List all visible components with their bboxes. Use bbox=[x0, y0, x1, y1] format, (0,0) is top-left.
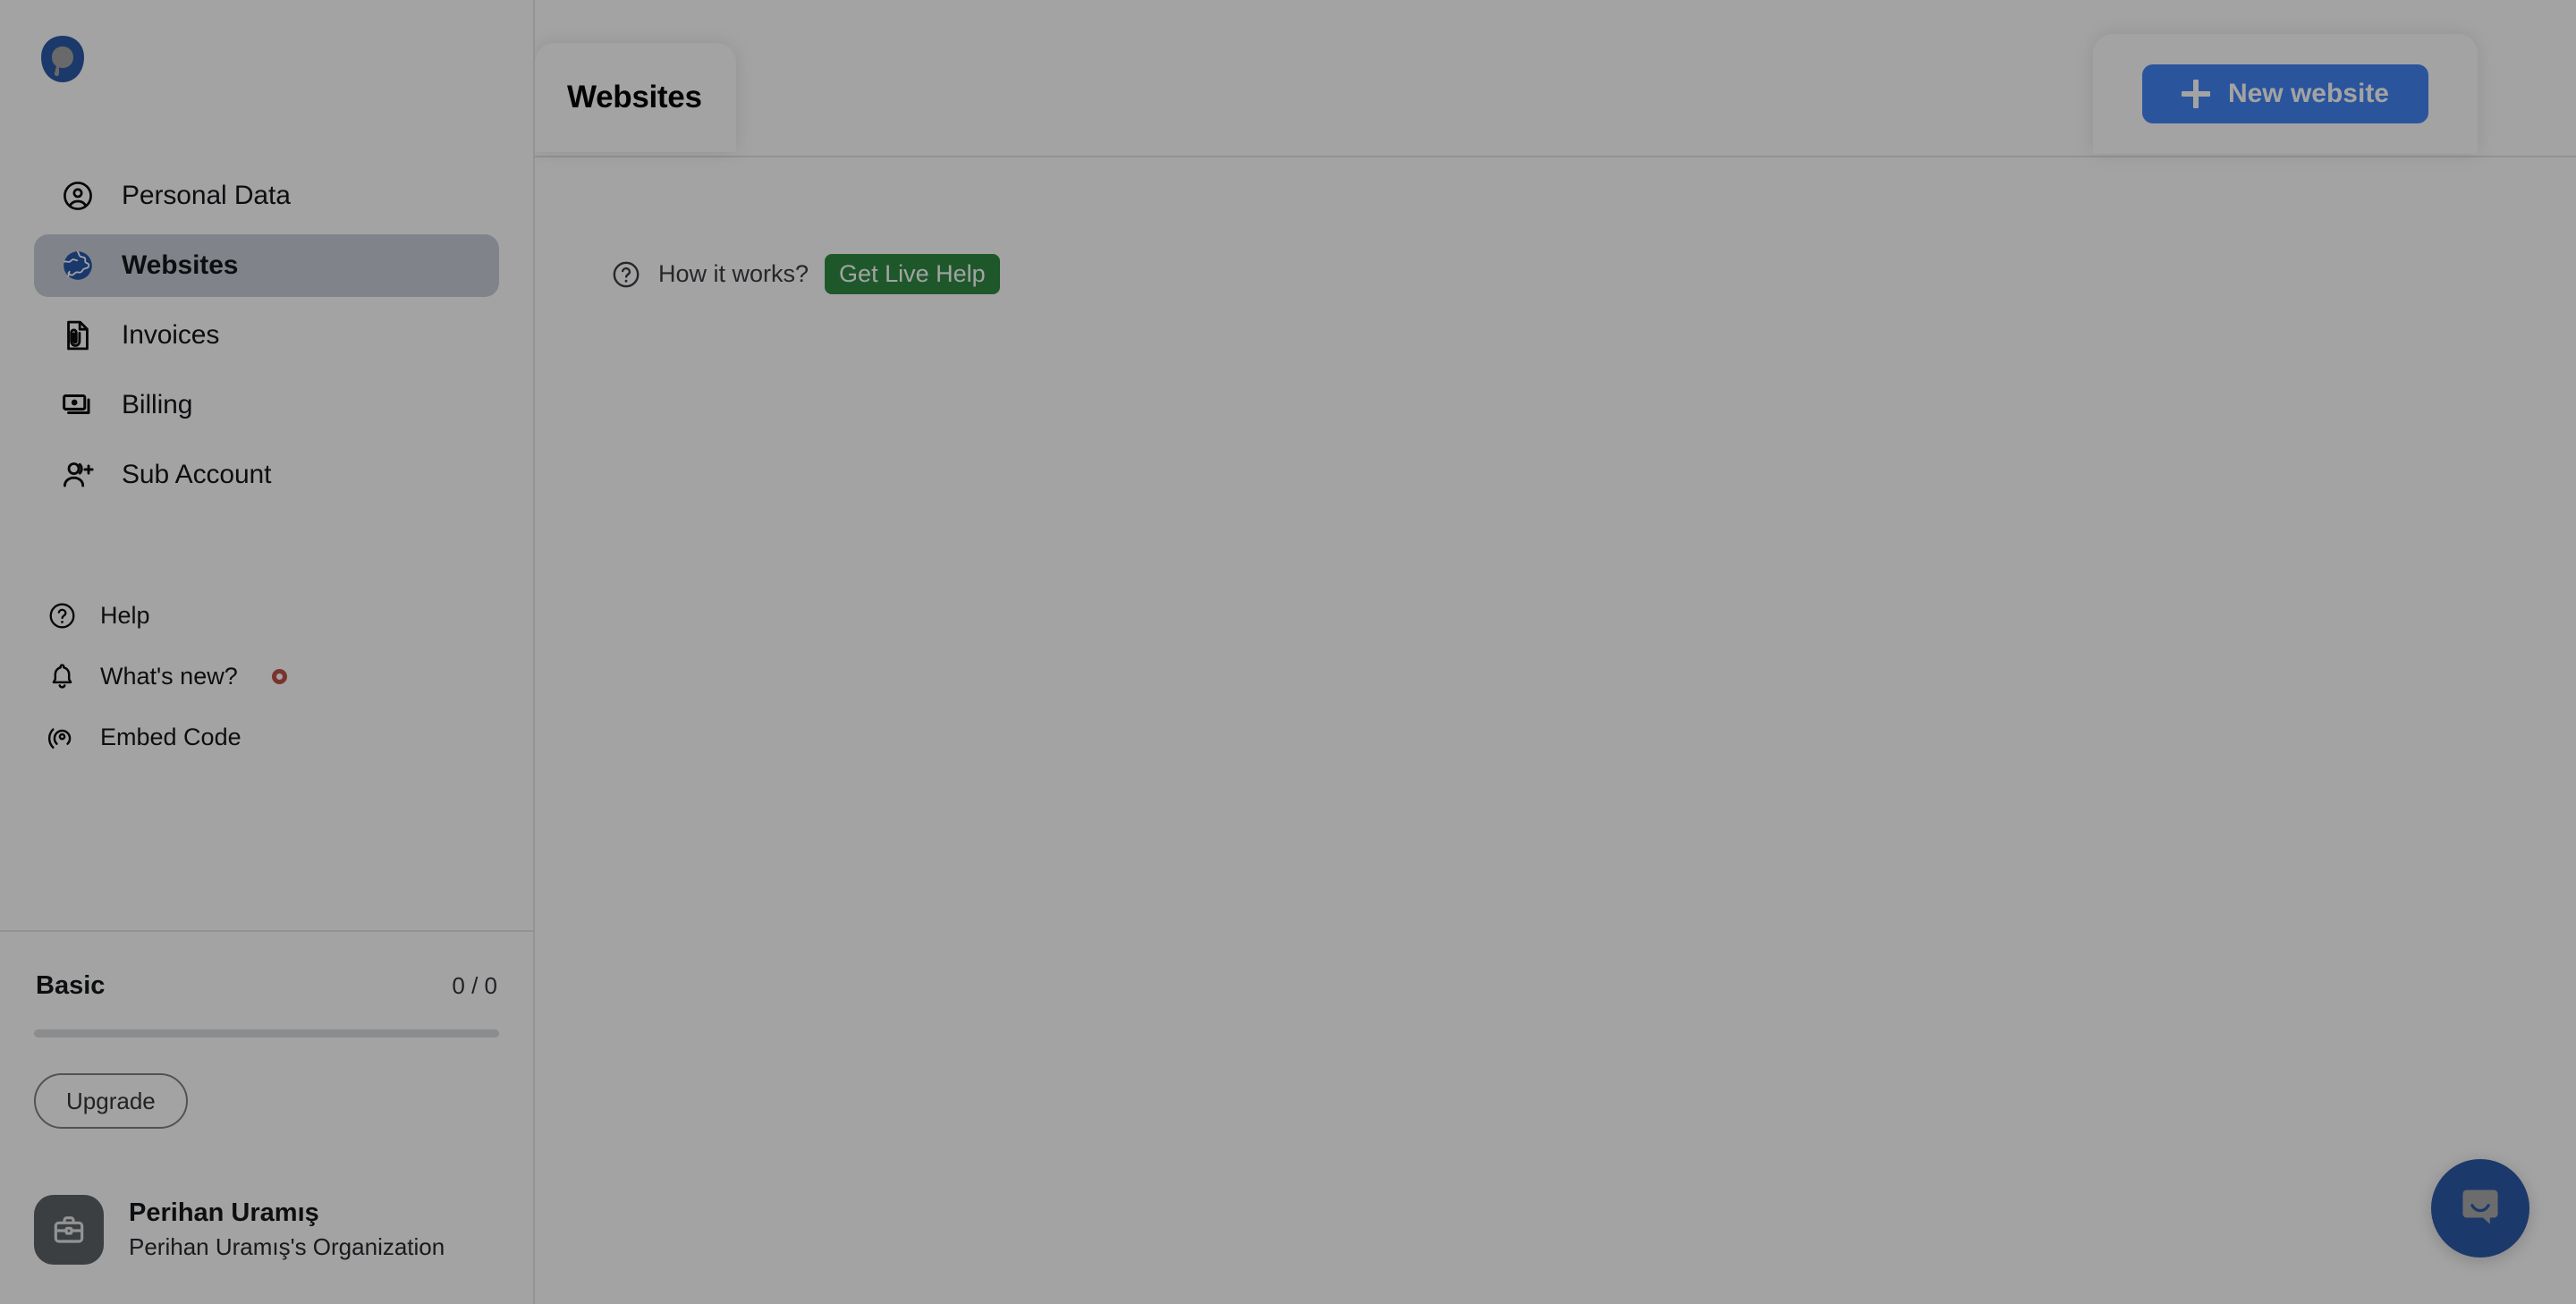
sidebar-item-label: What's new? bbox=[100, 662, 238, 690]
sidebar-item-label: Invoices bbox=[122, 320, 220, 350]
main-content: Websites New website How it works? Get L… bbox=[535, 0, 2576, 1304]
app-root: Personal Data Websites Invoices Billing … bbox=[0, 0, 2576, 1304]
sidebar-item-help[interactable]: Help bbox=[34, 592, 499, 639]
page-title-card: Websites bbox=[535, 43, 736, 152]
primary-navigation: Personal Data Websites Invoices Billing … bbox=[0, 109, 533, 506]
bell-icon bbox=[45, 659, 79, 693]
briefcase-icon bbox=[34, 1195, 104, 1265]
sidebar-item-label: Billing bbox=[122, 390, 193, 419]
how-it-works-label: How it works? bbox=[658, 260, 809, 287]
sidebar-item-billing[interactable]: Billing bbox=[34, 374, 499, 436]
account-name: Perihan Uramış bbox=[129, 1198, 319, 1227]
get-live-help-badge[interactable]: Get Live Help bbox=[825, 254, 1000, 294]
header-action-card: New website bbox=[2092, 34, 2478, 154]
page-header: Websites New website bbox=[535, 0, 2576, 157]
plan-block: Basic 0 / 0 Upgrade bbox=[0, 932, 533, 1129]
sidebar-item-label: Personal Data bbox=[122, 181, 291, 210]
new-website-button-label: New website bbox=[2227, 79, 2389, 108]
user-circle-icon bbox=[59, 177, 97, 215]
page-title: Websites bbox=[567, 80, 702, 114]
brand bbox=[0, 0, 533, 109]
plus-icon bbox=[2181, 80, 2210, 108]
sidebar-item-whats-new[interactable]: What's new? bbox=[34, 653, 499, 699]
account-organization: Perihan Uramış's Organization bbox=[129, 1233, 445, 1260]
upgrade-button[interactable]: Upgrade bbox=[34, 1073, 188, 1129]
question-circle-icon bbox=[610, 258, 642, 291]
popupsmart-logo-icon[interactable] bbox=[38, 34, 88, 84]
account-switcher[interactable]: Perihan Uramış Perihan Uramış's Organiza… bbox=[0, 1129, 533, 1304]
plan-name: Basic bbox=[36, 971, 106, 1000]
sidebar-item-label: Embed Code bbox=[100, 723, 242, 750]
sidebar-item-label: Sub Account bbox=[122, 460, 272, 489]
plan-summary-row: Basic 0 / 0 bbox=[34, 971, 499, 1001]
sidebar-item-label: Websites bbox=[122, 250, 239, 280]
plan-progress-bar bbox=[34, 1029, 499, 1037]
how-it-works-row: How it works? Get Live Help bbox=[610, 254, 1000, 294]
secondary-navigation: Help What's new? Embed Code bbox=[0, 506, 533, 760]
sidebar-item-embed-code[interactable]: Embed Code bbox=[34, 714, 499, 760]
question-circle-icon bbox=[45, 598, 79, 632]
sidebar-item-websites[interactable]: Websites bbox=[34, 234, 499, 297]
plan-usage-count: 0 / 0 bbox=[452, 972, 497, 999]
sidebar-item-personal-data[interactable]: Personal Data bbox=[34, 165, 499, 227]
new-website-button[interactable]: New website bbox=[2141, 64, 2428, 123]
broadcast-icon bbox=[45, 720, 79, 754]
account-text: Perihan Uramış Perihan Uramış's Organiza… bbox=[129, 1198, 445, 1261]
sidebar-item-sub-account[interactable]: Sub Account bbox=[34, 444, 499, 506]
globe-icon bbox=[59, 247, 97, 284]
sidebar-item-invoices[interactable]: Invoices bbox=[34, 304, 499, 367]
sidebar: Personal Data Websites Invoices Billing … bbox=[0, 0, 535, 1304]
banknote-icon bbox=[59, 386, 97, 424]
person-plus-icon bbox=[59, 456, 97, 494]
notification-dot-icon bbox=[271, 668, 287, 684]
chat-bubble-icon bbox=[2456, 1182, 2504, 1235]
chat-launcher-button[interactable] bbox=[2431, 1159, 2529, 1257]
document-paperclip-icon bbox=[59, 317, 97, 354]
sidebar-item-label: Help bbox=[100, 601, 150, 629]
